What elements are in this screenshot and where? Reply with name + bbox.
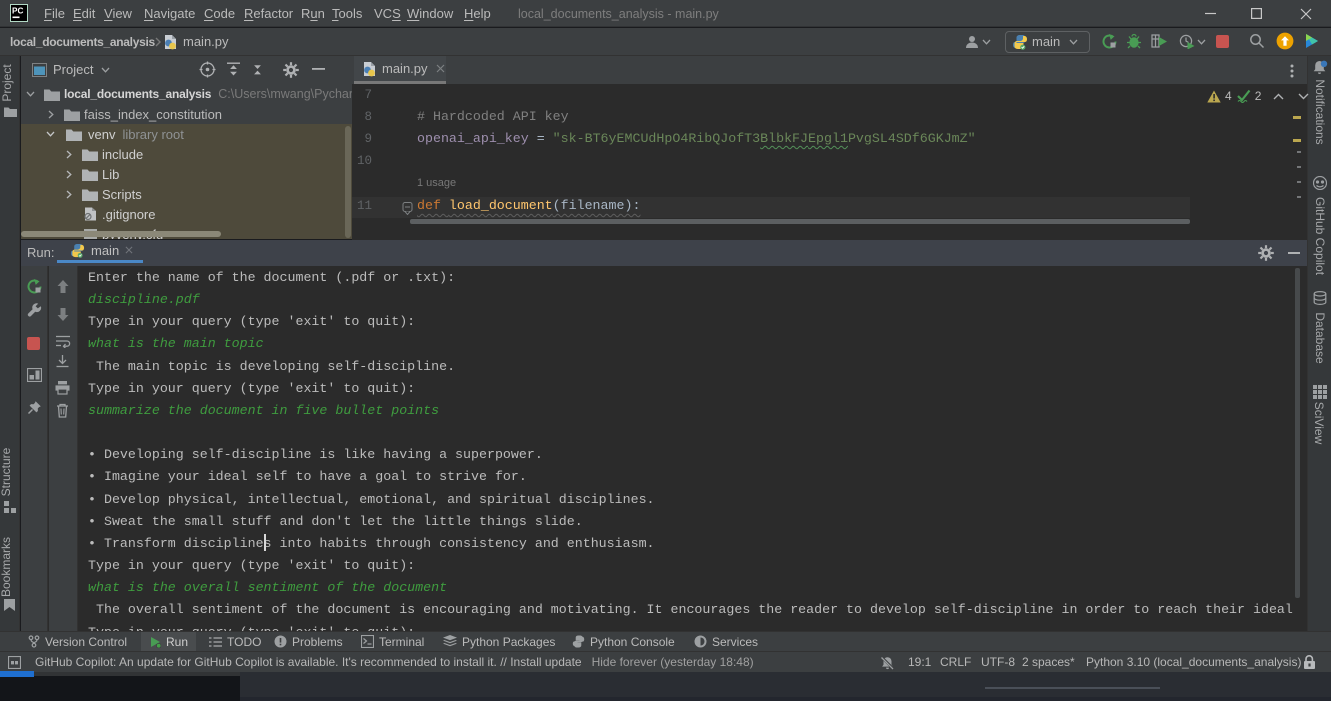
svg-text:PC: PC — [12, 7, 23, 16]
